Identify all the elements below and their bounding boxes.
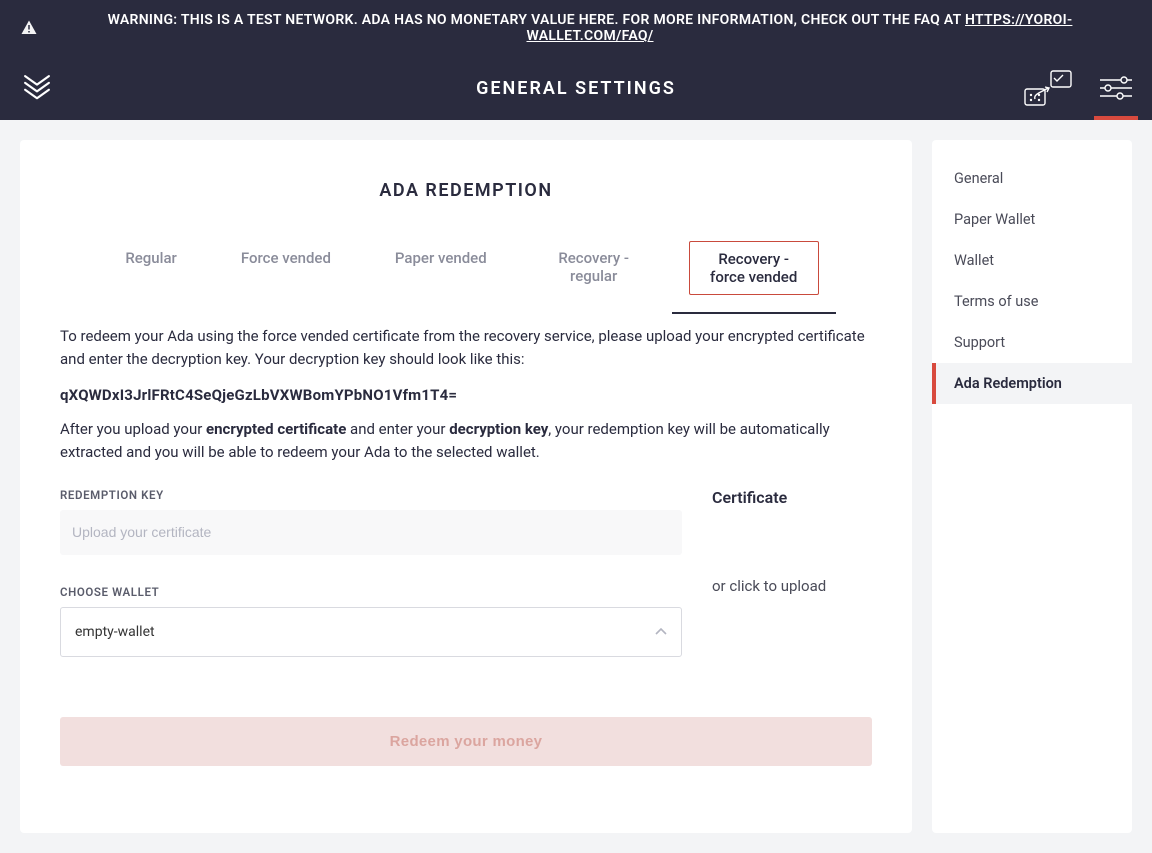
warning-banner: WARNING: THIS IS A TEST NETWORK. ADA HAS… <box>0 0 1152 56</box>
sidebar-item-paper-wallet[interactable]: Paper Wallet <box>932 199 1132 240</box>
sidebar-item-terms[interactable]: Terms of use <box>932 281 1132 322</box>
warning-icon <box>20 19 38 37</box>
desc2-a: After you upload your <box>60 420 206 438</box>
settings-sidebar: General Paper Wallet Wallet Terms of use… <box>932 140 1132 833</box>
tab-recovery-force-vended[interactable]: Recovery - force vended <box>689 241 819 295</box>
sidebar-item-ada-redemption[interactable]: Ada Redemption <box>932 363 1132 404</box>
desc2-d: decryption key <box>449 420 548 438</box>
form-row: REDEMPTION KEY CHOOSE WALLET empty-walle… <box>60 488 872 657</box>
redemption-tabs: Regular Force vended Paper vended Recove… <box>60 241 872 295</box>
desc2-b: encrypted certificate <box>206 420 346 438</box>
app-logo[interactable] <box>20 71 54 105</box>
certificate-col: Certificate or click to upload <box>712 488 872 657</box>
wallet-swap-icon[interactable] <box>1024 70 1072 106</box>
sidebar-item-wallet[interactable]: Wallet <box>932 240 1132 281</box>
wallet-selected-value: empty-wallet <box>75 624 155 640</box>
left-form-col: REDEMPTION KEY CHOOSE WALLET empty-walle… <box>60 488 682 657</box>
warning-prefix: WARNING: THIS IS A TEST NETWORK. ADA HAS… <box>108 12 965 28</box>
example-key: qXQWDxI3JrlFRtC4SeQjeGzLbVXWBomYPbNO1Vfm… <box>60 386 872 404</box>
card-title: ADA REDEMPTION <box>60 180 872 201</box>
tab-regular[interactable]: Regular <box>113 241 189 295</box>
redemption-key-input[interactable] <box>60 510 682 555</box>
chevron-up-icon <box>655 628 667 636</box>
redemption-key-label: REDEMPTION KEY <box>60 488 682 502</box>
sidebar-item-support[interactable]: Support <box>932 322 1132 363</box>
desc2-c: and enter your <box>346 420 449 438</box>
tab-paper-vended[interactable]: Paper vended <box>383 241 499 295</box>
tab-force-vended[interactable]: Force vended <box>229 241 343 295</box>
choose-wallet-label: CHOOSE WALLET <box>60 585 682 599</box>
main-card: ADA REDEMPTION Regular Force vended Pape… <box>20 140 912 833</box>
redeem-button[interactable]: Redeem your money <box>60 717 872 766</box>
settings-icon[interactable] <box>1100 74 1132 102</box>
description-2: After you upload your encrypted certific… <box>60 418 872 465</box>
wallet-select[interactable]: empty-wallet <box>60 607 682 657</box>
page-body: ADA REDEMPTION Regular Force vended Pape… <box>0 120 1152 853</box>
sidebar-item-general[interactable]: General <box>932 158 1132 199</box>
tab-recovery-regular[interactable]: Recovery - regular <box>539 241 649 295</box>
topbar-right <box>1024 70 1132 106</box>
warning-text: WARNING: THIS IS A TEST NETWORK. ADA HAS… <box>48 12 1132 44</box>
certificate-label: Certificate <box>712 488 872 507</box>
page-title: GENERAL SETTINGS <box>476 78 676 99</box>
topbar: GENERAL SETTINGS <box>0 56 1152 120</box>
description-1: To redeem your Ada using the force vende… <box>60 325 872 372</box>
upload-hint[interactable]: or click to upload <box>712 577 872 595</box>
